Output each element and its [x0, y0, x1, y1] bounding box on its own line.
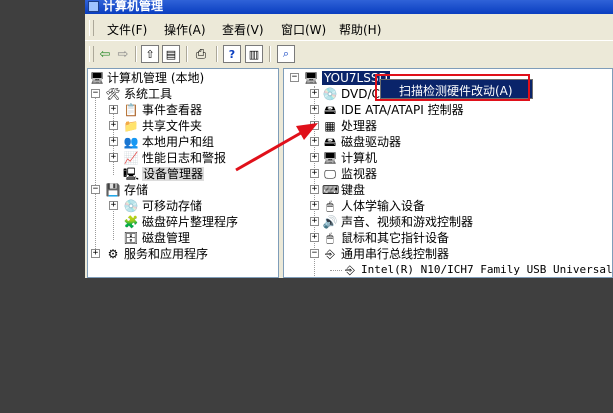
arrow-shaft — [235, 128, 307, 172]
annotation-arrow — [235, 123, 318, 172]
arrow-head — [296, 123, 318, 140]
